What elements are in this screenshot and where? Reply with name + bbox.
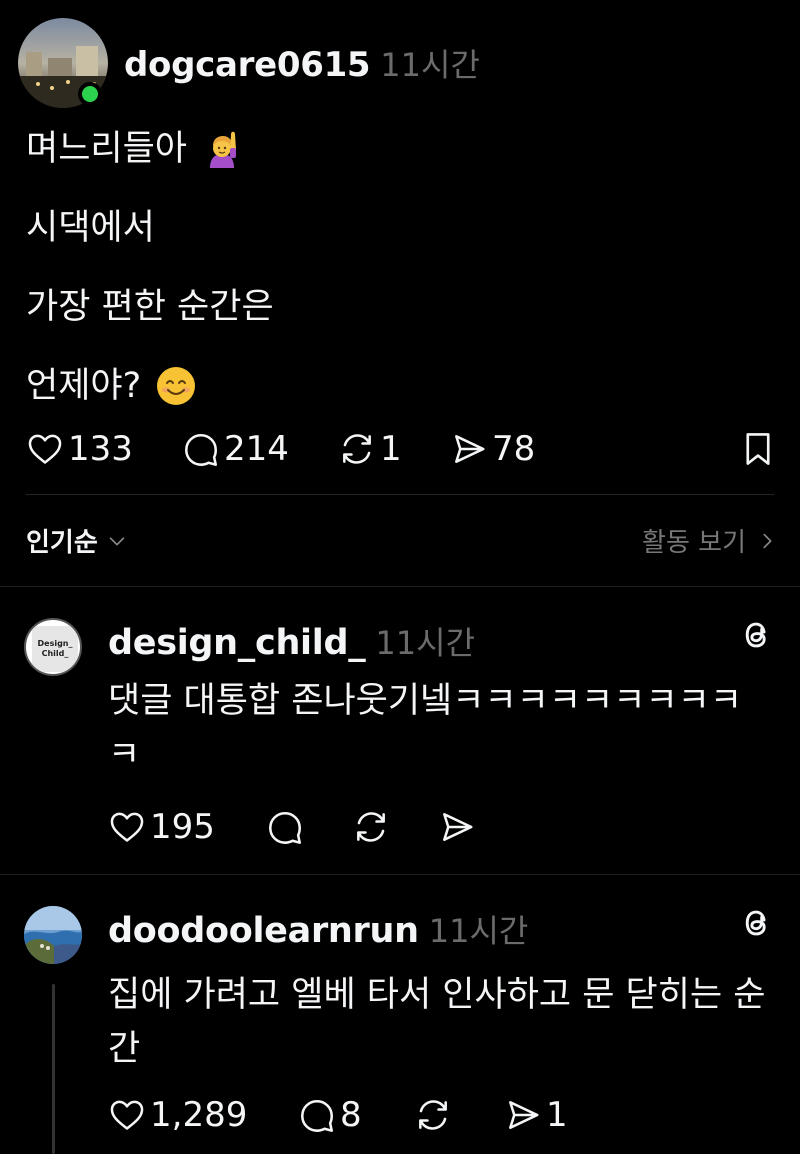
avatar-text: Child_ xyxy=(42,649,69,658)
comment-icon xyxy=(301,1099,333,1132)
comment-count: 8 xyxy=(340,1095,362,1135)
avatar-photo xyxy=(24,906,82,964)
comment-icon xyxy=(185,433,217,466)
post-line: 가장 편한 순간은 xyxy=(26,286,766,328)
send-icon xyxy=(509,1101,539,1129)
post-body: 며느리들아 시댁에서 가장 편한 순간은 언제야? xyxy=(26,128,766,444)
like-count: 133 xyxy=(68,429,133,469)
post-text-line: 가장 편한 순간은 xyxy=(26,287,274,327)
post-text-line: 시댁에서 xyxy=(26,208,155,248)
share-button[interactable] xyxy=(438,804,480,850)
author-line: dogcare0615 11시간 xyxy=(124,40,480,86)
repost-button[interactable]: 1 xyxy=(338,426,402,472)
comment-button[interactable]: 8 xyxy=(298,1092,362,1138)
comment-button[interactable]: 214 xyxy=(182,426,289,472)
heart-icon xyxy=(28,434,62,464)
avatar-text: Design_ xyxy=(38,639,73,648)
threads-logo-icon[interactable] xyxy=(738,904,774,942)
avatar[interactable] xyxy=(24,906,82,964)
divider xyxy=(26,494,774,495)
like-button[interactable]: 133 xyxy=(26,426,133,472)
like-count: 195 xyxy=(150,807,215,847)
repost-icon xyxy=(343,434,371,464)
reply-author-line: design_child_ 11시간 xyxy=(108,618,475,664)
reply-username[interactable]: doodoolearnrun xyxy=(108,911,419,951)
repost-count: 1 xyxy=(380,429,402,469)
raising-hand-emoji xyxy=(210,131,237,168)
like-count: 1,289 xyxy=(150,1095,248,1135)
post-action-bar: 133 214 1 78 xyxy=(26,426,776,472)
chevron-right-icon xyxy=(763,533,772,548)
reply-timestamp: 11시간 xyxy=(375,624,476,662)
repost-button[interactable] xyxy=(414,1092,456,1138)
reply-text: 댓글 대통합 존나웃기넼ㅋㅋㅋㅋㅋㅋㅋㅋㅋㅋ xyxy=(108,681,743,775)
reply-timestamp: 11시간 xyxy=(428,912,529,950)
send-icon xyxy=(443,813,473,841)
reply-username[interactable]: design_child_ xyxy=(108,623,366,663)
post-line: 시댁에서 xyxy=(26,207,766,249)
smiling-face-emoji xyxy=(157,367,196,405)
bookmark-icon[interactable] xyxy=(740,430,776,468)
heart-icon xyxy=(110,812,144,842)
comment-button[interactable] xyxy=(266,804,308,850)
post-username[interactable]: dogcare0615 xyxy=(124,45,371,85)
chevron-down-icon xyxy=(109,536,125,545)
repost-icon xyxy=(419,1100,447,1130)
repost-button[interactable] xyxy=(352,804,394,850)
sort-dropdown[interactable]: 인기순 xyxy=(26,522,128,559)
share-button[interactable]: 78 xyxy=(450,426,535,472)
post-timestamp: 11시간 xyxy=(380,46,480,84)
reply-item: doodoolearnrun 11시간 집에 가려고 엘베 타서 인사하고 문 닫… xyxy=(0,874,800,1154)
sort-row: 인기순 활동 보기 xyxy=(26,520,778,564)
reply-action-bar: 195 xyxy=(108,804,708,850)
sort-label: 인기순 xyxy=(26,528,98,558)
post-line: 언제야? xyxy=(26,365,766,407)
share-count: 1 xyxy=(546,1095,568,1135)
heart-icon xyxy=(110,1100,144,1130)
like-button[interactable]: 195 xyxy=(108,804,215,850)
comment-icon xyxy=(269,811,301,844)
thread-connector-line xyxy=(52,984,55,1154)
share-button[interactable]: 1 xyxy=(504,1092,568,1138)
repost-icon xyxy=(357,812,385,842)
view-activity-link[interactable]: 활동 보기 xyxy=(642,522,778,559)
view-activity-label: 활동 보기 xyxy=(642,528,746,558)
reply-item: Design_ Child_ design_child_ 11시간 댓글 대통합 … xyxy=(0,586,800,874)
post-text-line: 언제야? xyxy=(26,366,142,406)
threads-logo-icon[interactable] xyxy=(738,616,774,654)
avatar-logo: Design_ Child_ xyxy=(32,626,78,672)
reply-author-line: doodoolearnrun 11시간 xyxy=(108,906,528,952)
like-button[interactable]: 1,289 xyxy=(108,1092,247,1138)
online-status-dot xyxy=(78,82,102,106)
post-header: dogcare0615 11시간 xyxy=(18,18,778,110)
share-count: 78 xyxy=(492,429,536,469)
reply-text: 집에 가려고 엘베 타서 인사하고 문 닫히는 순간 xyxy=(108,975,766,1069)
avatar[interactable]: Design_ Child_ xyxy=(24,618,82,676)
reply-action-bar: 1,289 8 1 xyxy=(108,1092,708,1138)
send-icon xyxy=(455,435,485,463)
post-line: 며느리들아 xyxy=(26,128,766,170)
post-text-line: 며느리들아 xyxy=(26,129,188,169)
comment-count: 214 xyxy=(224,429,289,469)
